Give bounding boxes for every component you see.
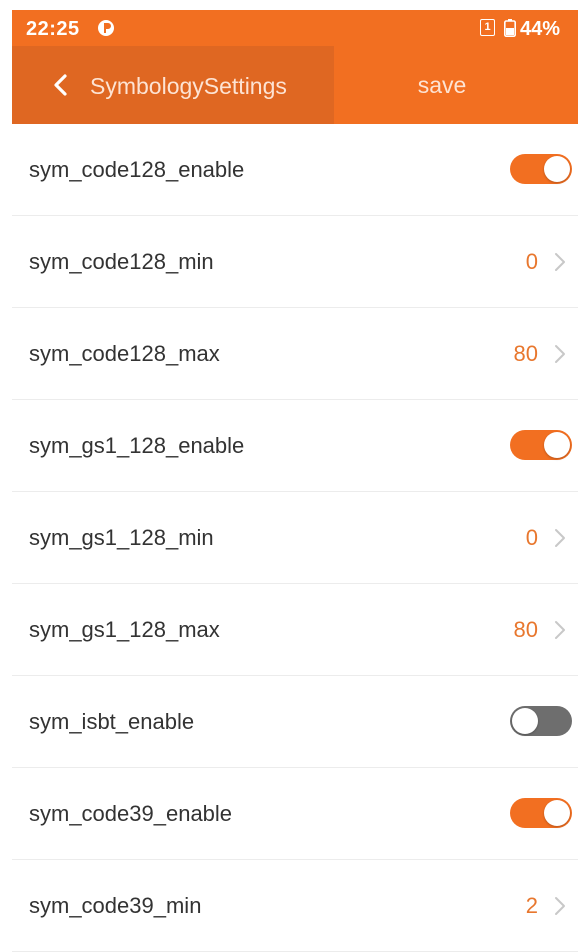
setting-row-sym-code128-min[interactable]: sym_code128_min 0 [12, 216, 578, 308]
chevron-left-icon [54, 74, 67, 96]
chevron-right-icon [555, 345, 565, 363]
page-title: SymbologySettings [90, 73, 287, 99]
setting-row-sym-gs1-128-min[interactable]: sym_gs1_128_min 0 [12, 492, 578, 584]
toggle-switch[interactable] [510, 798, 572, 828]
setting-label: sym_gs1_128_min [29, 525, 214, 550]
notification-app-icon [98, 20, 114, 36]
setting-row-sym-isbt-enable[interactable]: sym_isbt_enable [12, 676, 578, 768]
setting-label: sym_gs1_128_enable [29, 433, 245, 458]
chevron-right-icon [555, 621, 565, 639]
toggle-knob [544, 156, 570, 182]
setting-label: sym_code128_enable [29, 157, 245, 182]
toggle-knob [544, 432, 570, 458]
setting-value: 80 [513, 617, 538, 642]
toggle-switch[interactable] [510, 430, 572, 460]
setting-value: 0 [525, 249, 538, 274]
setting-label: sym_gs1_128_max [29, 617, 220, 642]
chevron-right-icon [555, 529, 565, 547]
setting-row-sym-code39-min[interactable]: sym_code39_min 2 [12, 860, 578, 952]
battery-icon [504, 19, 516, 37]
setting-value: 2 [525, 893, 538, 918]
setting-row-sym-code128-max[interactable]: sym_code128_max 80 [12, 308, 578, 400]
setting-label: sym_isbt_enable [29, 709, 195, 734]
save-button[interactable]: save [392, 70, 492, 100]
status-time: 22:25 [26, 18, 80, 40]
setting-row-sym-code39-enable[interactable]: sym_code39_enable [12, 768, 578, 860]
settings-list: sym_code128_enable sym_code128_min 0 sym_co… [12, 124, 578, 952]
setting-value: 80 [513, 341, 538, 366]
setting-label: sym_code128_min [29, 249, 214, 274]
toggle-knob [512, 708, 538, 734]
back-button[interactable]: SymbologySettings [12, 46, 334, 124]
setting-row-sym-gs1-128-max[interactable]: sym_gs1_128_max 80 [12, 584, 578, 676]
setting-value: 0 [525, 525, 538, 550]
app-header: 22:25 1 44% SymbologySettings save [12, 10, 578, 124]
app-screen: 22:25 1 44% SymbologySettings save sym_c… [0, 0, 578, 952]
title-bar: SymbologySettings save [12, 46, 578, 124]
setting-row-sym-gs1-128-enable[interactable]: sym_gs1_128_enable [12, 400, 578, 492]
chevron-right-icon [555, 897, 565, 915]
sim-slot-indicator: 1 [480, 19, 495, 36]
chevron-right-icon [555, 253, 565, 271]
setting-label: sym_code128_max [29, 341, 220, 366]
setting-label: sym_code39_enable [29, 801, 233, 826]
setting-row-sym-code128-enable[interactable]: sym_code128_enable [12, 124, 578, 216]
toggle-switch[interactable] [510, 706, 572, 736]
status-bar: 22:25 1 44% [12, 10, 578, 46]
battery-percentage: 44% [520, 18, 561, 40]
toggle-knob [544, 800, 570, 826]
setting-label: sym_code39_min [29, 893, 202, 918]
toggle-switch[interactable] [510, 154, 572, 184]
